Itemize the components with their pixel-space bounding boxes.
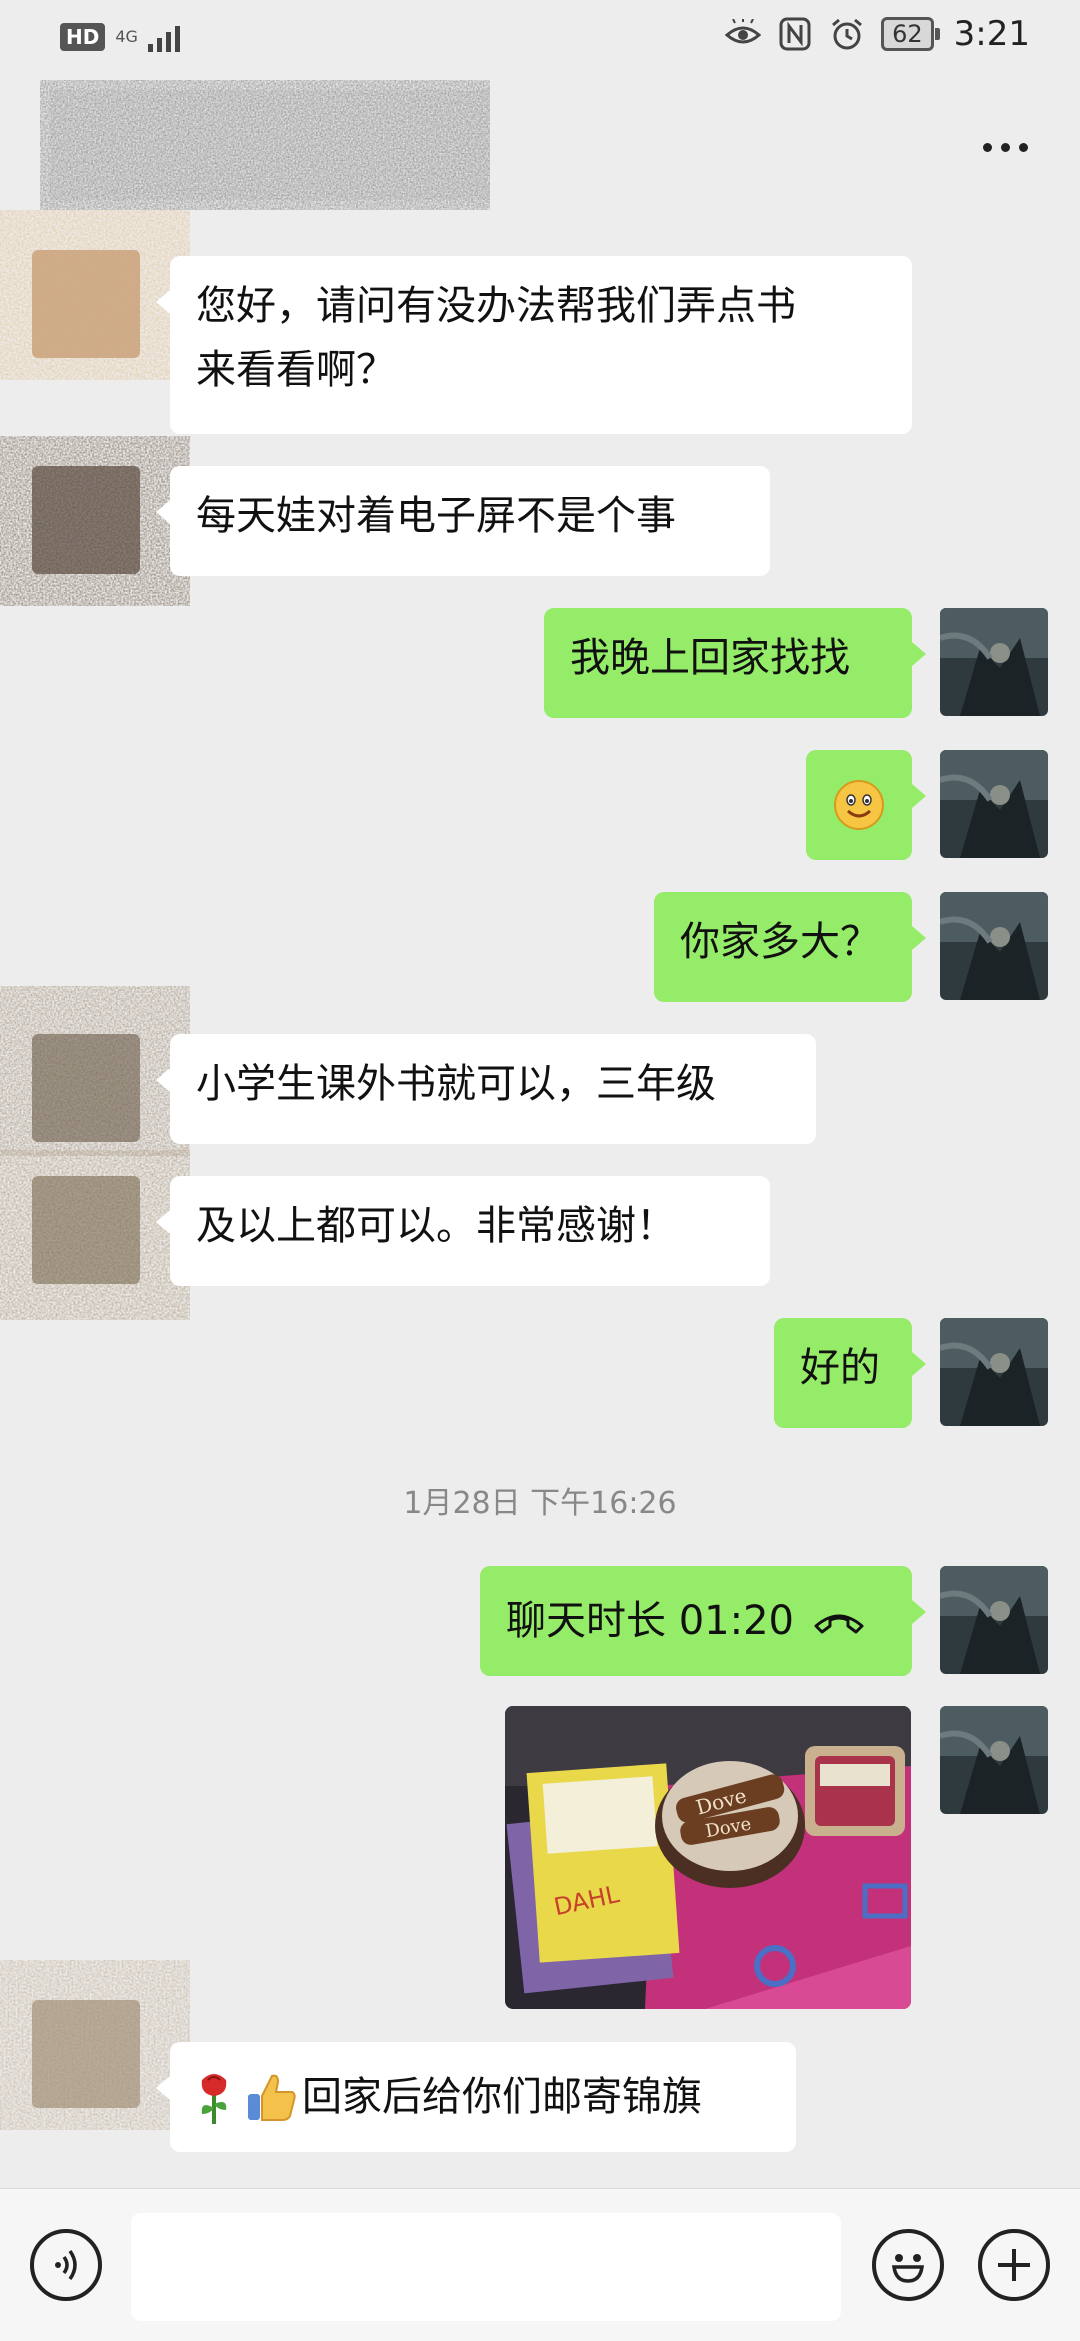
- alarm-icon: [829, 16, 865, 52]
- smiley-emoji-icon: [834, 780, 884, 830]
- avatar[interactable]: [940, 892, 1048, 1000]
- rose-emoji-icon: [201, 2074, 227, 2124]
- status-right: 62 3:21: [725, 14, 1030, 54]
- message-text: 我晚上回家找找: [570, 635, 850, 681]
- nfc-icon: [777, 16, 813, 52]
- message-text: 小学生课外书就可以，三年级: [196, 1061, 716, 1107]
- avatar: [0, 1160, 182, 1320]
- input-bar: [0, 2188, 1080, 2341]
- clock: 3:21: [953, 14, 1030, 54]
- thumbs-up-emoji-icon: [248, 2074, 296, 2121]
- avatar: [12, 1965, 188, 2125]
- call-duration-text: 聊天时长 01:20: [506, 1598, 794, 1644]
- network-type: 4G: [115, 27, 138, 46]
- more-options-button[interactable]: [970, 122, 1040, 172]
- photo-books-chocolates: DAHL Dove Dove: [505, 1706, 911, 2009]
- avatar[interactable]: [940, 1706, 1048, 1814]
- redacted-chat-title: [50, 90, 490, 200]
- eye-icon: [725, 16, 762, 52]
- message-bubble[interactable]: 你家多大？: [654, 892, 926, 1002]
- message-bubble[interactable]: 您好，请问有没办法帮我们弄点书 来看看啊？: [156, 256, 912, 434]
- message-text-line: 您好，请问有没办法帮我们弄点书: [196, 283, 796, 329]
- message-bubble[interactable]: [806, 750, 926, 860]
- chat-timestamp: 1月28日 下午16:26: [403, 1486, 677, 1521]
- avatar[interactable]: [940, 1318, 1048, 1426]
- chat-title-bar: [0, 80, 1080, 210]
- plus-icon: [998, 2249, 1030, 2281]
- signal-icon: [147, 22, 180, 52]
- status-left: HD 4G: [60, 22, 180, 52]
- voice-input-button[interactable]: [30, 2229, 102, 2301]
- message-bubble[interactable]: 及以上都可以。非常感谢！: [156, 1176, 770, 1286]
- avatar[interactable]: [940, 608, 1048, 716]
- message-bubble[interactable]: 回家后给你们邮寄锦旗: [156, 2042, 796, 2152]
- message-bubble[interactable]: 我晚上回家找找: [544, 608, 926, 718]
- emoji-button[interactable]: [872, 2229, 944, 2301]
- hd-badge: HD: [60, 23, 106, 51]
- message-bubble[interactable]: 好的: [774, 1318, 926, 1428]
- message-text-line: 来看看啊？: [196, 347, 396, 393]
- message-text: 每天娃对着电子屏不是个事: [196, 493, 676, 539]
- phone-hangup-icon: [814, 1614, 864, 1634]
- message-text: 好的: [800, 1345, 880, 1391]
- voice-icon: [55, 2249, 77, 2281]
- message-input[interactable]: [131, 2213, 841, 2321]
- avatar[interactable]: [940, 750, 1048, 858]
- message-bubble[interactable]: 每天娃对着电子屏不是个事: [156, 466, 770, 576]
- avatar[interactable]: [940, 1566, 1048, 1674]
- call-duration-bubble[interactable]: 聊天时长 01:20: [480, 1566, 926, 1676]
- message-text: 你家多大？: [680, 919, 880, 965]
- message-bubble[interactable]: 小学生课外书就可以，三年级: [156, 1034, 816, 1144]
- message-text: 回家后给你们邮寄锦旗: [302, 2074, 702, 2120]
- emoji-icon: [891, 2254, 925, 2283]
- battery-indicator: 62: [881, 17, 940, 51]
- message-text: 及以上都可以。非常感谢！: [196, 1203, 676, 1249]
- photo-message[interactable]: DAHL Dove Dove: [505, 1706, 911, 2009]
- status-bar: HD 4G 62 3:21: [0, 0, 1080, 80]
- more-features-button[interactable]: [978, 2229, 1050, 2301]
